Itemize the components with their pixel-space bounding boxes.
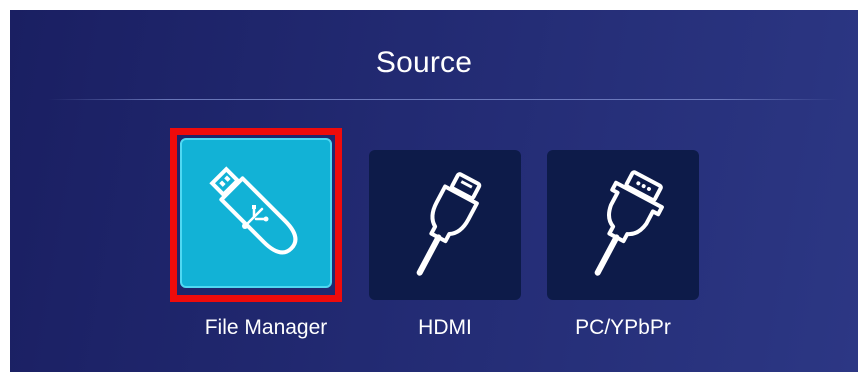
page-title: Source <box>375 46 473 79</box>
vga-cable-icon <box>563 165 683 285</box>
title-divider <box>48 99 838 100</box>
source-label-hdmi: HDMI <box>418 316 472 339</box>
selection-focus-frame <box>170 128 342 302</box>
source-label-file-manager: File Manager <box>204 316 328 339</box>
source-tile-hdmi[interactable] <box>369 150 521 300</box>
hdmi-cable-icon <box>385 165 505 285</box>
source-tile-pc-ypbpr[interactable] <box>547 150 699 300</box>
source-label-pc-ypbpr: PC/YPbPr <box>575 316 671 339</box>
